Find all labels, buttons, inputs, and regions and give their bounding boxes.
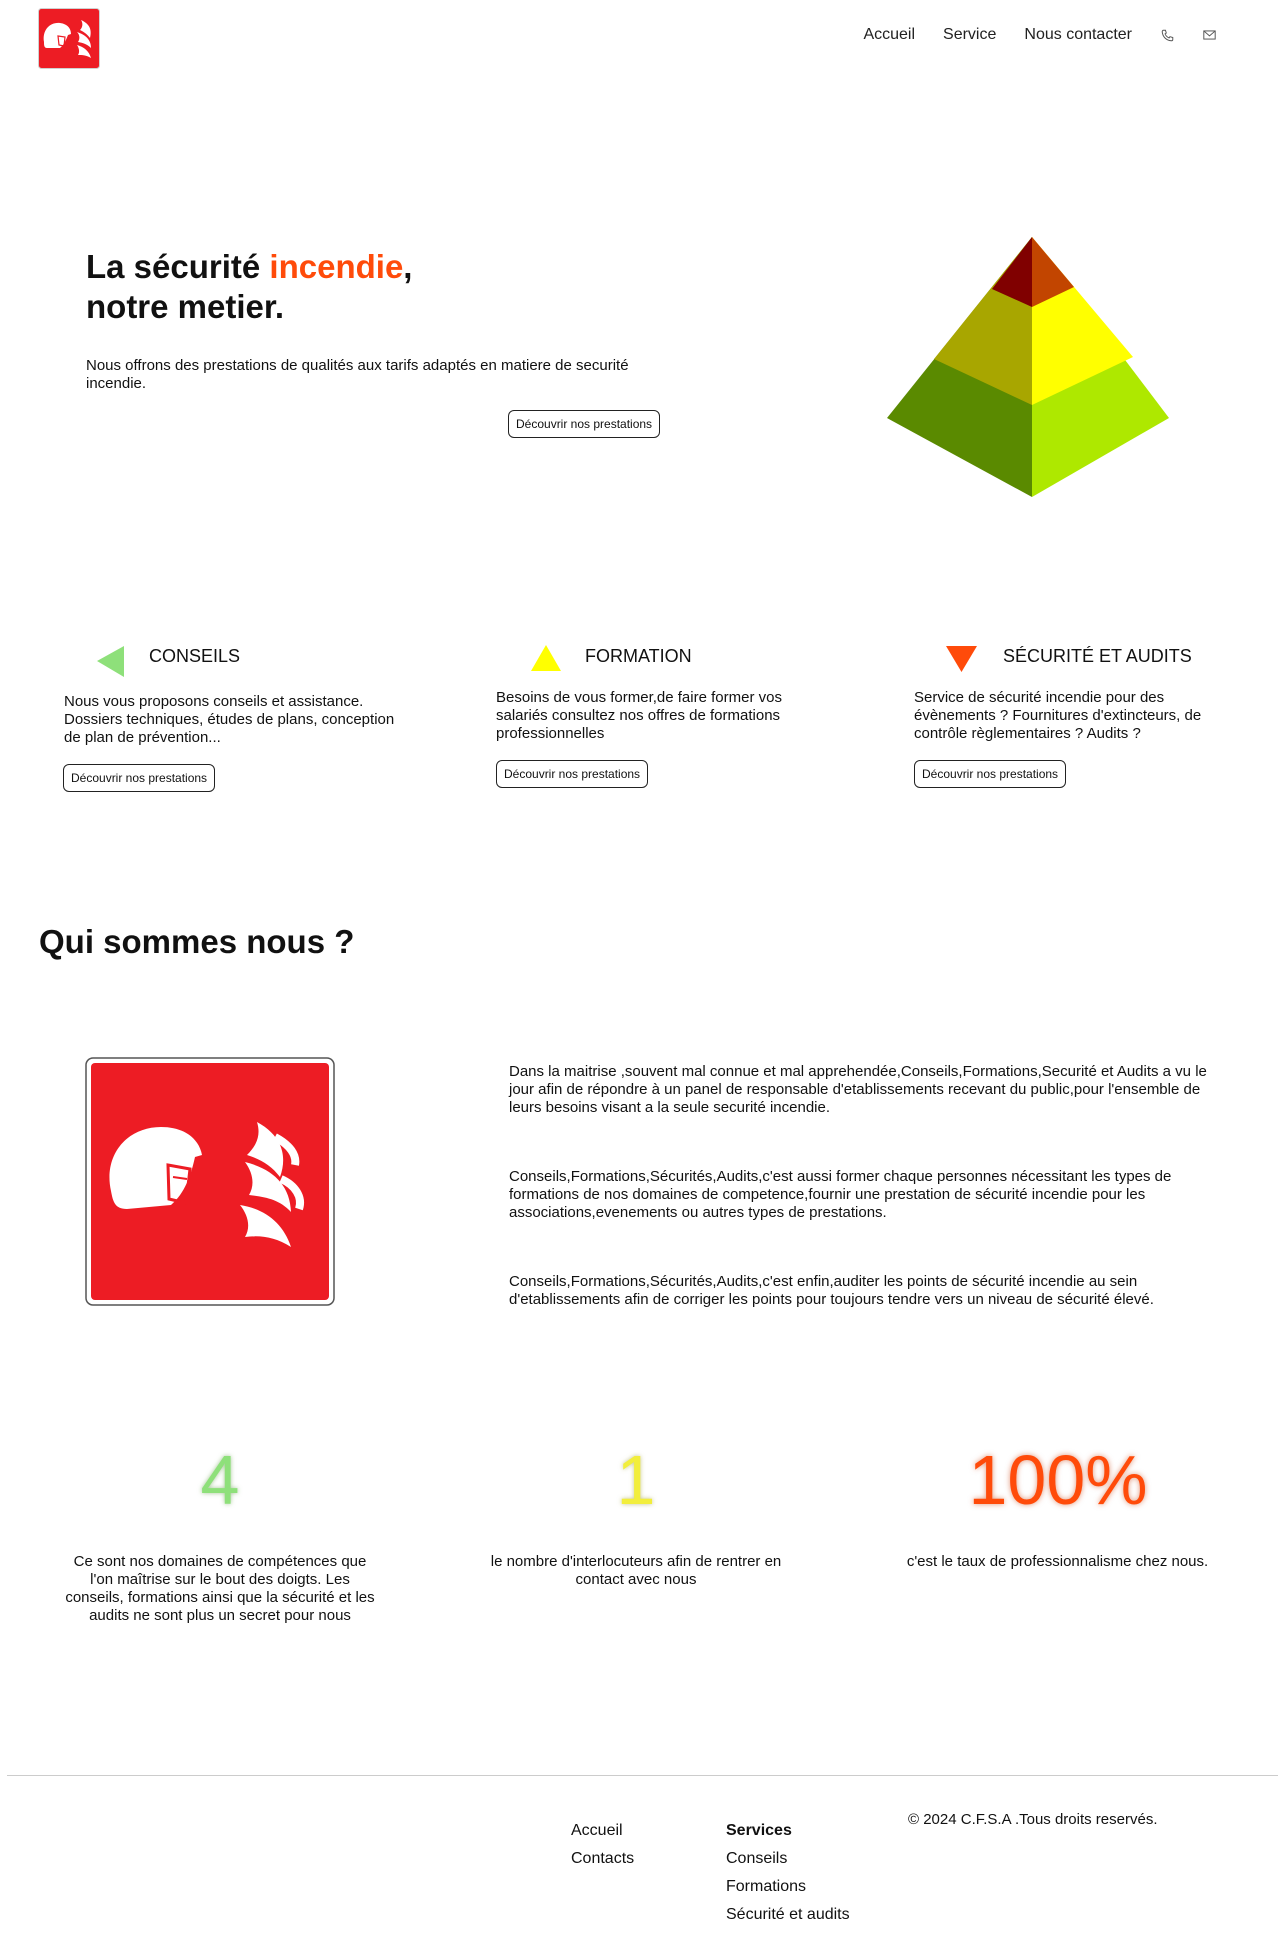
about-title: Qui sommes nous ? (39, 923, 355, 960)
about-paragraph-2: Conseils,Formations,Sécurités,Audits,c'e… (509, 1168, 1172, 1221)
hero-title-accent: incendie (269, 248, 404, 285)
stat-professionalism-value: 100% (968, 1441, 1148, 1519)
footer-link-formations[interactable]: Formations (726, 1878, 806, 1896)
hero-title: La sécurité incendie, notre metier. (86, 247, 412, 327)
stat-contact-text: le nombre d'interlocuteurs afin de rentr… (490, 1553, 782, 1588)
formation-discover-button[interactable]: Découvrir nos prestations (496, 760, 649, 788)
stat-professionalism-text: c'est le taux de professionnalisme chez … (906, 1553, 1209, 1570)
mail-icon[interactable] (1202, 28, 1216, 42)
footer-link-conseils[interactable]: Conseils (726, 1850, 787, 1868)
stat-contact-value: 1 (616, 1441, 656, 1519)
footer-link-accueil[interactable]: Accueil (571, 1822, 623, 1840)
footer-copyright: © 2024 C.F.S.A .Tous droits reservés. (908, 1811, 1158, 1828)
pyramid-illustration (887, 237, 1169, 497)
nav-service[interactable]: Service (943, 26, 996, 44)
orange-triangle-down-icon (946, 646, 977, 672)
feature-title-securite: SÉCURITÉ ET AUDITS (1003, 646, 1192, 666)
hero-title-comma: , (403, 248, 413, 285)
hero-title-line2: notre metier. (86, 288, 285, 325)
hero-description: Nous offrons des prestations de qualités… (86, 357, 629, 392)
hero-discover-button[interactable]: Découvrir nos prestations (508, 410, 661, 438)
fire-helmet-icon (85, 1057, 335, 1306)
nav-accueil[interactable]: Accueil (863, 26, 915, 44)
feature-desc-conseils: Nous vous proposons conseils et assistan… (64, 693, 395, 746)
phone-icon[interactable] (1160, 28, 1174, 42)
footer-divider (7, 1775, 1278, 1776)
feature-title-formation: FORMATION (585, 646, 692, 666)
about-paragraph-3: Conseils,Formations,Sécurités,Audits,c'e… (509, 1273, 1154, 1308)
footer-link-contacts[interactable]: Contacts (571, 1850, 634, 1868)
stat-domains-value: 4 (200, 1441, 240, 1519)
feature-desc-securite: Service de sécurité incendie pour des év… (914, 689, 1202, 742)
feature-title-conseils: CONSEILS (149, 646, 241, 666)
logo-fire-helmet-icon[interactable] (38, 8, 100, 69)
footer-link-securite[interactable]: Sécurité et audits (726, 1906, 850, 1924)
feature-desc-formation: Besoins de vous former,de faire former v… (496, 689, 782, 742)
footer-services-heading: Services (726, 1822, 792, 1839)
nav-contact[interactable]: Nous contacter (1024, 26, 1132, 44)
about-paragraph-1: Dans la maitrise ,souvent mal connue et … (509, 1063, 1207, 1116)
conseils-discover-button[interactable]: Découvrir nos prestations (63, 764, 216, 792)
main-nav: Accueil Service Nous contacter (863, 26, 1216, 44)
yellow-triangle-up-icon (531, 645, 561, 671)
hero-title-pre: La sécurité (86, 248, 270, 285)
securite-discover-button[interactable]: Découvrir nos prestations (914, 760, 1067, 788)
stat-domains-text: Ce sont nos domaines de compétences que … (65, 1553, 375, 1624)
green-triangle-left-icon (97, 646, 124, 677)
